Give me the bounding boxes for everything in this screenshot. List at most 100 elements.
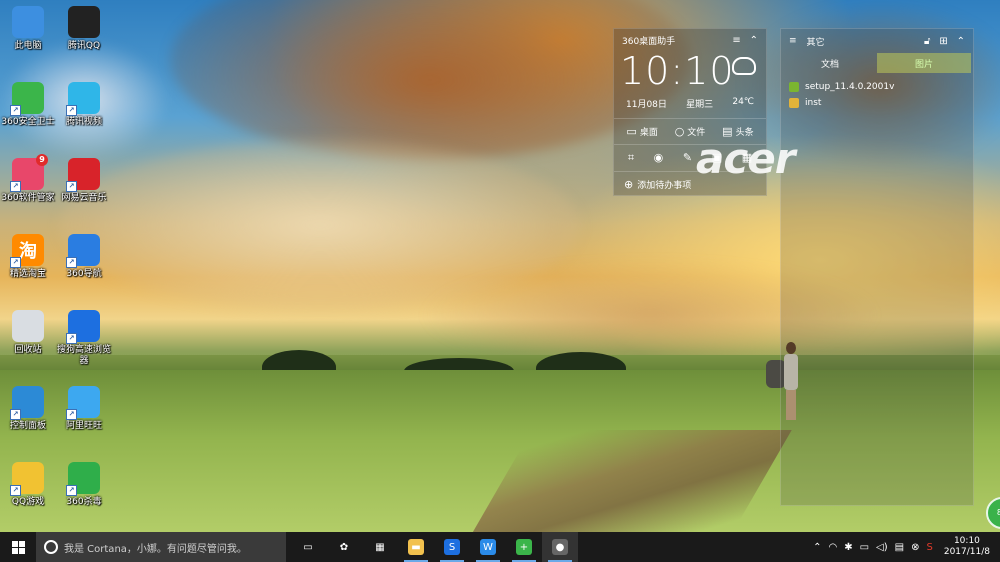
widget-header: 360桌面助手 ≡ ⌃ xyxy=(614,29,766,51)
desktop-icon-label: 网易云音乐 xyxy=(61,193,107,203)
shortcut-arrow-icon: ↗ xyxy=(10,485,21,496)
widget-title: 360桌面助手 xyxy=(622,36,676,47)
file-list: setup_11.4.0.2001v inst xyxy=(781,73,973,117)
tool-desktop-button[interactable]: ▭ 桌面 xyxy=(626,125,657,138)
close-circle-icon[interactable]: ⊗ xyxy=(911,542,919,553)
shortcut-arrow-icon: ↗ xyxy=(66,181,77,192)
desktop-icon[interactable]: ↗ 控制面板 xyxy=(0,386,58,432)
taskbar-app-photo[interactable]: ● xyxy=(542,532,578,562)
desktop-icon-label: 控制面板 xyxy=(9,421,46,431)
windows-logo-icon xyxy=(11,540,25,554)
eye-icon[interactable]: ◉ xyxy=(654,151,664,165)
file-name: inst xyxy=(805,98,822,108)
list-item[interactable]: setup_11.4.0.2001v xyxy=(789,79,965,95)
tab-documents[interactable]: 文档 xyxy=(783,53,877,73)
tab-images[interactable]: 图片 xyxy=(877,53,971,73)
folder-icon: ▬ xyxy=(408,539,424,555)
taskbar-clock[interactable]: 10:10 2017/11/8 xyxy=(940,536,994,558)
shortcut-arrow-icon: ↗ xyxy=(10,257,21,268)
taskbar: 我是 Cortana，小娜。有问题尽管问我。 ▭ ✿ ▦ ▬ S W + ● ⌃ ◠ ✱ ▭ … xyxy=(0,532,1000,562)
shortcut-arrow-icon: ↗ xyxy=(10,181,21,192)
file-icon xyxy=(789,82,799,92)
control-panel-icon: ↗ xyxy=(10,386,44,420)
360-software-icon: 9 ↗ xyxy=(10,154,48,192)
desktop-icon[interactable]: ↗ QQ游戏 xyxy=(0,462,58,508)
clock-time: 10:10 xyxy=(620,49,735,93)
message-icon[interactable]: ▤ xyxy=(895,542,904,553)
fan-icon: ✿ xyxy=(336,539,352,555)
tool-label: 桌面 xyxy=(639,128,658,138)
desktop-icon-label: 腾讯视频 xyxy=(65,117,102,127)
lock-icon[interactable]: 🔓︎ xyxy=(924,36,930,47)
other-files-widget: ≡ 其它 🔓︎ ⊞ ⌃ 文档 图片 setup_11.4.0.2001v ins… xyxy=(780,28,974,506)
file-icon xyxy=(789,98,799,108)
ie-browser-icon: ↗ xyxy=(66,234,100,268)
desktop-icon[interactable]: ↗ 腾讯视频 xyxy=(54,82,114,128)
monitor-icon: ▭ xyxy=(626,125,637,138)
desktop-icon[interactable]: 腾讯QQ xyxy=(54,6,114,52)
aliwangwang-icon: ↗ xyxy=(66,386,100,420)
taskbar-app-task-view[interactable]: ▭ xyxy=(290,532,326,562)
taskbar-app-store[interactable]: ▦ xyxy=(362,532,398,562)
shortcut-arrow-icon: ↗ xyxy=(66,105,77,116)
menu-icon[interactable]: ≡ xyxy=(732,35,740,46)
taskbar-app-sogou[interactable]: S xyxy=(434,532,470,562)
chevron-up-icon[interactable]: ⌃ xyxy=(957,36,965,47)
battery-icon[interactable]: ▭ xyxy=(860,542,869,553)
desktop-icon[interactable]: 淘 ↗ 精选淘宝 xyxy=(0,234,58,280)
widget-clock: 10:10 xyxy=(614,51,766,91)
task-view-icon: ▭ xyxy=(300,539,316,555)
grid-icon[interactable]: ⊞ xyxy=(939,36,947,47)
desktop-icon-label: 360安全卫士 xyxy=(1,117,55,127)
shortcut-arrow-icon: ↗ xyxy=(10,105,21,116)
volume-icon[interactable]: ◁) xyxy=(876,542,888,553)
taskbar-app-wps[interactable]: W xyxy=(470,532,506,562)
desktop-icon-label: 搜狗高速浏览器 xyxy=(56,345,111,366)
desktop-icon[interactable]: ↗ 360安全卫士 xyxy=(0,82,58,128)
360-security-icon: + xyxy=(516,539,532,555)
chevron-up-icon[interactable]: ⌃ xyxy=(750,35,758,46)
widget-title: 其它 xyxy=(806,37,825,48)
desktop-icon[interactable]: ↗ 360导航 xyxy=(54,234,114,280)
shortcut-arrow-icon: ↗ xyxy=(66,257,77,268)
netease-music-icon: ↗ xyxy=(66,158,100,192)
desktop-icon-label: 360软件管家 xyxy=(1,193,55,203)
desktop-icon[interactable]: ↗ 搜狗高速浏览器 xyxy=(54,310,114,367)
widget-date: 11月08日 xyxy=(626,100,667,110)
bug-icon[interactable]: ✱ xyxy=(844,542,852,553)
cortana-icon xyxy=(44,540,58,554)
desktop-icon[interactable]: 此电脑 xyxy=(0,6,58,52)
taskbar-app-fan-app[interactable]: ✿ xyxy=(326,532,362,562)
desktop-icon-label: 360导航 xyxy=(66,269,102,279)
computer-icon xyxy=(12,6,44,38)
desktop-icon[interactable]: ↗ 网易云音乐 xyxy=(54,158,114,204)
search-icon: ○ xyxy=(674,125,685,138)
menu-icon[interactable]: ≡ xyxy=(789,36,797,46)
360-antivirus-icon: ↗ xyxy=(66,462,100,496)
edit-icon[interactable]: ✎ xyxy=(683,151,692,165)
tencent-video-icon: ↗ xyxy=(66,82,100,116)
network-icon[interactable]: ◠ xyxy=(828,542,837,553)
cortana-search-box[interactable]: 我是 Cortana，小娜。有问题尽管问我。 xyxy=(36,532,286,562)
taskbar-apps: ▭ ✿ ▦ ▬ S W + ● xyxy=(290,532,578,562)
taskbar-app-explorer[interactable]: ▬ xyxy=(398,532,434,562)
widget-date-row: 11月08日 星期三 24℃ xyxy=(614,91,766,119)
list-item[interactable]: inst xyxy=(789,95,965,111)
chevron-up-icon[interactable]: ⌃ xyxy=(813,542,821,553)
qq-game-icon: ↗ xyxy=(10,462,44,496)
desktop-icon[interactable]: ↗ 360杀毒 xyxy=(54,462,114,508)
desktop-icon[interactable]: 9 ↗ 360软件管家 xyxy=(0,154,58,204)
sogou-browser-icon: S xyxy=(444,539,460,555)
system-tray: ⌃ ◠ ✱ ▭ ◁) ▤ ⊗ S 10:10 2017/11/8 xyxy=(813,536,1000,558)
desktop-icon[interactable]: 回收站 xyxy=(0,310,58,356)
widget-weekday: 星期三 xyxy=(686,100,714,110)
start-button[interactable] xyxy=(0,532,36,562)
qq-penguin-icon xyxy=(68,6,100,38)
desktop-icon[interactable]: ↗ 阿里旺旺 xyxy=(54,386,114,432)
desktop-icon-label: 阿里旺旺 xyxy=(65,421,102,431)
widget-header: ≡ 其它 🔓︎ ⊞ ⌃ xyxy=(781,29,973,53)
brand-logo: acer xyxy=(696,134,795,183)
taskbar-app-360-security[interactable]: + xyxy=(506,532,542,562)
sogou-ime-icon[interactable]: S xyxy=(926,542,932,553)
crop-icon[interactable]: ⌗ xyxy=(628,151,634,165)
